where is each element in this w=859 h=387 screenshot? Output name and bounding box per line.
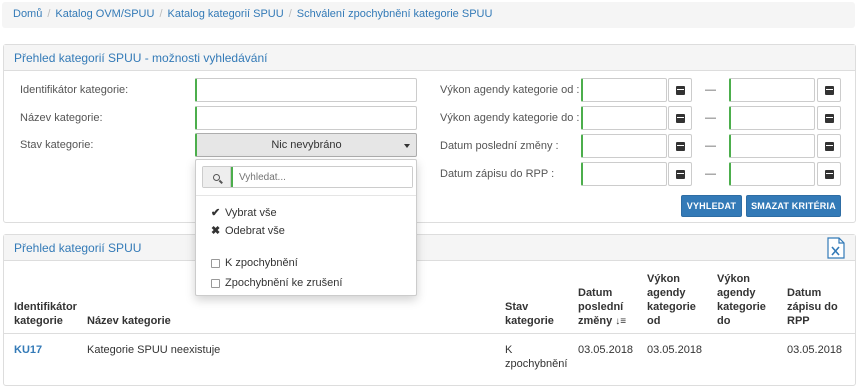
range-dash: — xyxy=(705,168,716,180)
rpp-date-start-input[interactable] xyxy=(581,162,667,186)
checkbox[interactable] xyxy=(211,258,220,268)
breadcrumb-current[interactable]: Schválení zpochybnění kategorie SPUU xyxy=(297,8,493,20)
close-icon: ✖ xyxy=(211,225,221,237)
caret-down-icon xyxy=(404,144,410,148)
cell-agenda-from: 03.05.2018 xyxy=(647,344,703,356)
status-label: Stav kategorie: xyxy=(20,139,94,151)
rpp-date-start-calendar-button[interactable] xyxy=(668,162,692,186)
range-dash: — xyxy=(705,140,716,152)
cell-status: K zpochybnění xyxy=(505,344,568,370)
cell-name: Kategorie SPUU neexistuje xyxy=(87,344,221,356)
calendar-icon xyxy=(675,85,685,95)
checkmark-icon: ✔ xyxy=(211,207,221,219)
agenda-to-end-input[interactable] xyxy=(729,106,815,130)
agenda-to-label: Výkon agendy kategorie do : xyxy=(440,112,580,124)
calendar-icon xyxy=(824,169,834,179)
agenda-from-label: Výkon agendy kategorie od : xyxy=(440,84,580,96)
cell-rpp-date: 03.05.2018 xyxy=(787,344,843,356)
column-header-agenda-from[interactable]: Výkon agendy kategorie od xyxy=(647,272,696,328)
dropdown-option-zpochybneni-ke-zruseni[interactable]: Zpochybnění ke zrušení xyxy=(211,277,342,289)
last-change-start-input[interactable] xyxy=(581,134,667,158)
rpp-date-end-calendar-button[interactable] xyxy=(817,162,841,186)
agenda-to-end-calendar-button[interactable] xyxy=(817,106,841,130)
column-header-status[interactable]: Stav kategorie xyxy=(505,300,554,328)
last-change-end-calendar-button[interactable] xyxy=(817,134,841,158)
agenda-from-start-calendar-button[interactable] xyxy=(668,78,692,102)
clear-criteria-button[interactable]: SMAZAT KRITÉRIA xyxy=(746,195,841,217)
calendar-icon xyxy=(824,141,834,151)
list-panel-title-text: Přehled kategorií SPUU xyxy=(14,241,142,255)
calendar-icon xyxy=(824,85,834,95)
excel-export-icon[interactable] xyxy=(827,237,845,259)
breadcrumb-home[interactable]: Domů xyxy=(13,8,42,20)
last-change-end-input[interactable] xyxy=(729,134,815,158)
range-dash: — xyxy=(705,84,716,96)
last-change-start-calendar-button[interactable] xyxy=(668,134,692,158)
column-header-name[interactable]: Název kategorie xyxy=(87,314,171,328)
range-dash: — xyxy=(705,112,716,124)
search-icon xyxy=(203,167,231,187)
agenda-to-start-input[interactable] xyxy=(581,106,667,130)
rpp-date-end-input[interactable] xyxy=(729,162,815,186)
breadcrumb: Domů / Katalog OVM/SPUU / Katalog kategorií … xyxy=(2,2,855,28)
rpp-date-label: Datum zápisu do RPP : xyxy=(440,168,555,180)
agenda-from-start-input[interactable] xyxy=(581,78,667,102)
name-label: Název kategorie: xyxy=(20,112,103,124)
list-panel-title: Přehled kategorií SPUU xyxy=(4,235,855,261)
identifier-link[interactable]: KU17 xyxy=(14,344,42,356)
breadcrumb-category-catalog[interactable]: Katalog kategorií SPUU xyxy=(168,8,284,20)
calendar-icon xyxy=(675,169,685,179)
dropdown-search xyxy=(202,166,413,188)
dropdown-search-input[interactable] xyxy=(231,167,412,187)
identifier-input[interactable] xyxy=(195,78,417,102)
status-select[interactable]: Nic nevybráno xyxy=(195,133,417,157)
calendar-icon xyxy=(824,113,834,123)
identifier-label: Identifikátor kategorie: xyxy=(20,84,129,96)
column-header-agenda-to[interactable]: Výkon agendy kategorie do xyxy=(717,272,766,328)
dropdown-option-k-zpochybneni[interactable]: K zpochybnění xyxy=(211,257,298,269)
dropdown-divider xyxy=(196,195,416,196)
last-change-label: Datum poslední změny : xyxy=(440,140,559,152)
select-all-action[interactable]: ✔ Vybrat vše xyxy=(211,206,277,219)
agenda-to-start-calendar-button[interactable] xyxy=(668,106,692,130)
breadcrumb-catalog-ovm[interactable]: Katalog OVM/SPUU xyxy=(55,8,154,20)
agenda-from-end-calendar-button[interactable] xyxy=(817,78,841,102)
agenda-from-end-input[interactable] xyxy=(729,78,815,102)
cell-last-change: 03.05.2018 xyxy=(578,344,634,356)
deselect-all-action[interactable]: ✖ Odebrat vše xyxy=(211,224,285,237)
name-input[interactable] xyxy=(195,106,417,130)
checkbox[interactable] xyxy=(211,278,220,288)
column-header-rpp-date[interactable]: Datum zápisu do RPP xyxy=(787,286,838,328)
status-dropdown-menu: ✔Vybrat vše ✖Odebrat vše K zpochybnění Z… xyxy=(195,159,417,296)
cell-identifier[interactable]: KU17 xyxy=(14,343,42,357)
search-panel-title: Přehled kategorií SPUU - možnosti vyhled… xyxy=(4,45,855,71)
table-header-divider xyxy=(4,333,855,334)
sort-desc-icon: ↓≡ xyxy=(615,316,627,327)
column-header-last-change[interactable]: Datum poslední změny ↓≡ xyxy=(578,286,626,329)
column-header-identifier[interactable]: Identifikátor kategorie xyxy=(14,300,77,328)
calendar-icon xyxy=(675,113,685,123)
search-button[interactable]: VYHLEDAT xyxy=(681,195,742,217)
status-select-value: Nic nevybráno xyxy=(271,139,342,151)
calendar-icon xyxy=(675,141,685,151)
